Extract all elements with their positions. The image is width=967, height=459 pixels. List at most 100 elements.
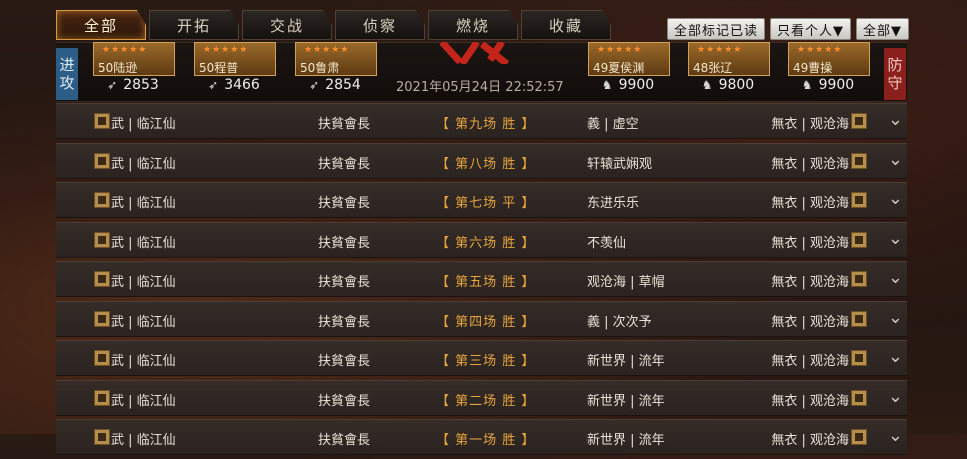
battle-timestamp: 2021年05月24日 22:52:57 [396,80,564,95]
chevron-down-icon[interactable]: ⌄ [888,228,903,249]
attacker-alliance: 扶貧會長 [318,117,371,132]
defend-char-1: 防 [887,56,903,74]
general-name: 50鲁肃 [300,61,340,75]
chevron-down-icon[interactable]: ⌄ [888,425,903,446]
spear-icon: ➶ [309,78,320,92]
chevron-down-icon[interactable]: ⌄ [888,267,903,288]
defender-general-1[interactable]: ★★★★★ 49夏侯渊 ♞ 9900 [588,42,670,100]
table-row[interactable]: 武 | 临江仙 扶貧會長 【 第九场 胜 】 義 | 虚空 無衣 | 观沧海 ⌄ [56,103,907,139]
banner-icon [94,152,110,169]
defender-name: 新世界 | 流年 [587,354,665,369]
banner-icon [851,192,867,208]
troop-power: ♞ 9800 [688,77,768,93]
battle-result: 【 第六场 胜 】 [436,235,536,251]
attacker-name: 武 | 临江仙 [111,393,176,409]
banner-icon [851,231,867,248]
battle-result: 【 第七场 平 】 [436,196,536,211]
cavalry-icon: ♞ [601,78,613,92]
banner-icon [94,113,110,129]
attacker-name: 武 | 临江仙 [111,275,176,290]
general-name: 49曹操 [793,61,833,75]
table-row[interactable]: 武 | 临江仙 扶貧會長 【 第一场 胜 】 新世界 | 流年 無衣 | 观沧海 ⌄ [56,419,907,455]
attacker-name: 武 | 临江仙 [111,354,176,369]
defender-general-2[interactable]: ★★★★★ 48张辽 ♞ 9800 [688,42,770,100]
mark-all-read-button[interactable]: 全部标记已读 [666,18,765,40]
general-card: ★★★★★ 48张辽 [688,42,770,76]
general-name: 50程普 [199,61,239,75]
defender-general-3[interactable]: ★★★★★ 49曹操 ♞ 9900 [788,42,870,100]
banner-icon [94,231,110,248]
star-rating: ★★★★★ [597,45,643,55]
battle-result: 【 第三场 胜 】 [436,354,536,369]
table-row[interactable]: 武 | 临江仙 扶貧會長 【 第二场 胜 】 新世界 | 流年 無衣 | 观沧海 ⌄ [56,379,907,416]
tab-battle[interactable]: 交战 [242,10,332,40]
tab-burn[interactable]: 燃烧 [428,10,518,40]
defender-alliance: 無衣 | 观沧海 [771,196,849,211]
filter-bar: 全部标记已读 只看个人▼ 全部▼ [666,18,909,40]
defender-name: 东进乐乐 [587,196,640,211]
defender-alliance: 無衣 | 观沧海 [771,393,849,409]
battle-result: 【 第八场 胜 】 [436,156,536,172]
table-row[interactable]: 武 | 临江仙 扶貧會長 【 第四场 胜 】 義 | 次次予 無衣 | 观沧海 ⌄ [56,300,907,337]
attacker-alliance: 扶貧會長 [318,393,371,409]
power-value: 2854 [325,77,361,93]
attacker-general-3[interactable]: ★★★★★ 50鲁肃 ➶ 2854 [295,42,377,100]
star-rating: ★★★★★ [697,45,743,55]
attacker-alliance: 扶貧會長 [318,275,371,290]
troop-power: ♞ 9900 [788,77,868,93]
tab-explore[interactable]: 开拓 [149,10,239,40]
battle-result: 【 第二场 胜 】 [436,393,536,409]
personal-only-dropdown[interactable]: 只看个人▼ [770,18,851,40]
general-card: ★★★★★ 49曹操 [788,42,870,76]
banner-icon [851,113,867,129]
banner-icon [94,310,110,327]
defender-name: 轩辕武娴观 [587,156,653,172]
battle-result: 【 第五场 胜 】 [436,275,536,290]
defender-alliance: 無衣 | 观沧海 [771,275,849,290]
attacker-alliance: 扶貧會長 [318,314,371,330]
defender-name: 新世界 | 流年 [587,433,665,448]
banner-icon [851,152,867,169]
defender-name: 義 | 虚空 [587,117,639,132]
tab-favorites[interactable]: 收藏 [521,10,611,40]
banner-icon [94,192,110,208]
chevron-down-icon[interactable]: ⌄ [888,346,903,367]
attacker-alliance: 扶貧會長 [318,156,371,172]
attack-side-label: 进 攻 [56,48,78,100]
attacker-alliance: 扶貧會長 [318,235,371,251]
banner-icon [851,310,867,327]
attacker-general-1[interactable]: ★★★★★ 50陆逊 ➶ 2853 [93,42,175,100]
table-row[interactable]: 武 | 临江仙 扶貧會長 【 第七场 平 】 东进乐乐 無衣 | 观沧海 ⌄ [56,182,907,218]
table-row[interactable]: 武 | 临江仙 扶貧會長 【 第五场 胜 】 观沧海 | 草帽 無衣 | 观沧海 ⌄ [56,261,907,297]
attacker-name: 武 | 临江仙 [111,156,176,172]
attacker-general-2[interactable]: ★★★★★ 50程普 ➶ 3466 [194,42,276,100]
defender-name: 观沧海 | 草帽 [587,275,665,290]
tab-scout[interactable]: 侦察 [335,10,425,40]
banner-icon [851,429,867,445]
battle-report-list: 武 | 临江仙 扶貧會長【 第九场 胜 】義 | 虚空 無衣 | 观沧海 ⌄ 武 | 临… [56,103,907,459]
chevron-down-icon[interactable]: ⌄ [888,188,903,209]
battle-result: 【 第四场 胜 】 [436,314,536,330]
chevron-down-icon[interactable]: ⌄ [888,109,903,130]
banner-icon [851,350,867,366]
battle-result: 【 第一场 胜 】 [436,433,536,448]
general-card: ★★★★★ 50鲁肃 [295,42,377,76]
cavalry-icon: ♞ [701,78,713,92]
defender-alliance: 無衣 | 观沧海 [771,235,849,251]
defender-name: 義 | 次次予 [587,314,652,330]
chevron-down-icon[interactable]: ⌄ [888,307,903,328]
tab-all[interactable]: 全部 [56,10,146,40]
banner-icon [94,389,110,406]
troop-power: ➶ 3466 [194,77,274,93]
banner-icon [851,271,867,287]
table-row[interactable]: 武 | 临江仙 扶貧會長 【 第六场 胜 】 不羡仙 無衣 | 观沧海 ⌄ [56,221,907,258]
banner-icon [94,271,110,287]
chevron-down-icon[interactable]: ⌄ [888,386,903,407]
table-row[interactable]: 武 | 临江仙 扶貧會長 【 第八场 胜 】 轩辕武娴观 無衣 | 观沧海 ⌄ [56,142,907,179]
power-value: 9800 [718,77,755,93]
star-rating: ★★★★★ [304,45,350,55]
chevron-down-icon[interactable]: ⌄ [888,149,903,170]
scope-dropdown[interactable]: 全部▼ [856,18,909,40]
general-card: ★★★★★ 49夏侯渊 [588,42,670,76]
table-row[interactable]: 武 | 临江仙 扶貧會長 【 第三场 胜 】 新世界 | 流年 無衣 | 观沧海 ⌄ [56,340,907,376]
